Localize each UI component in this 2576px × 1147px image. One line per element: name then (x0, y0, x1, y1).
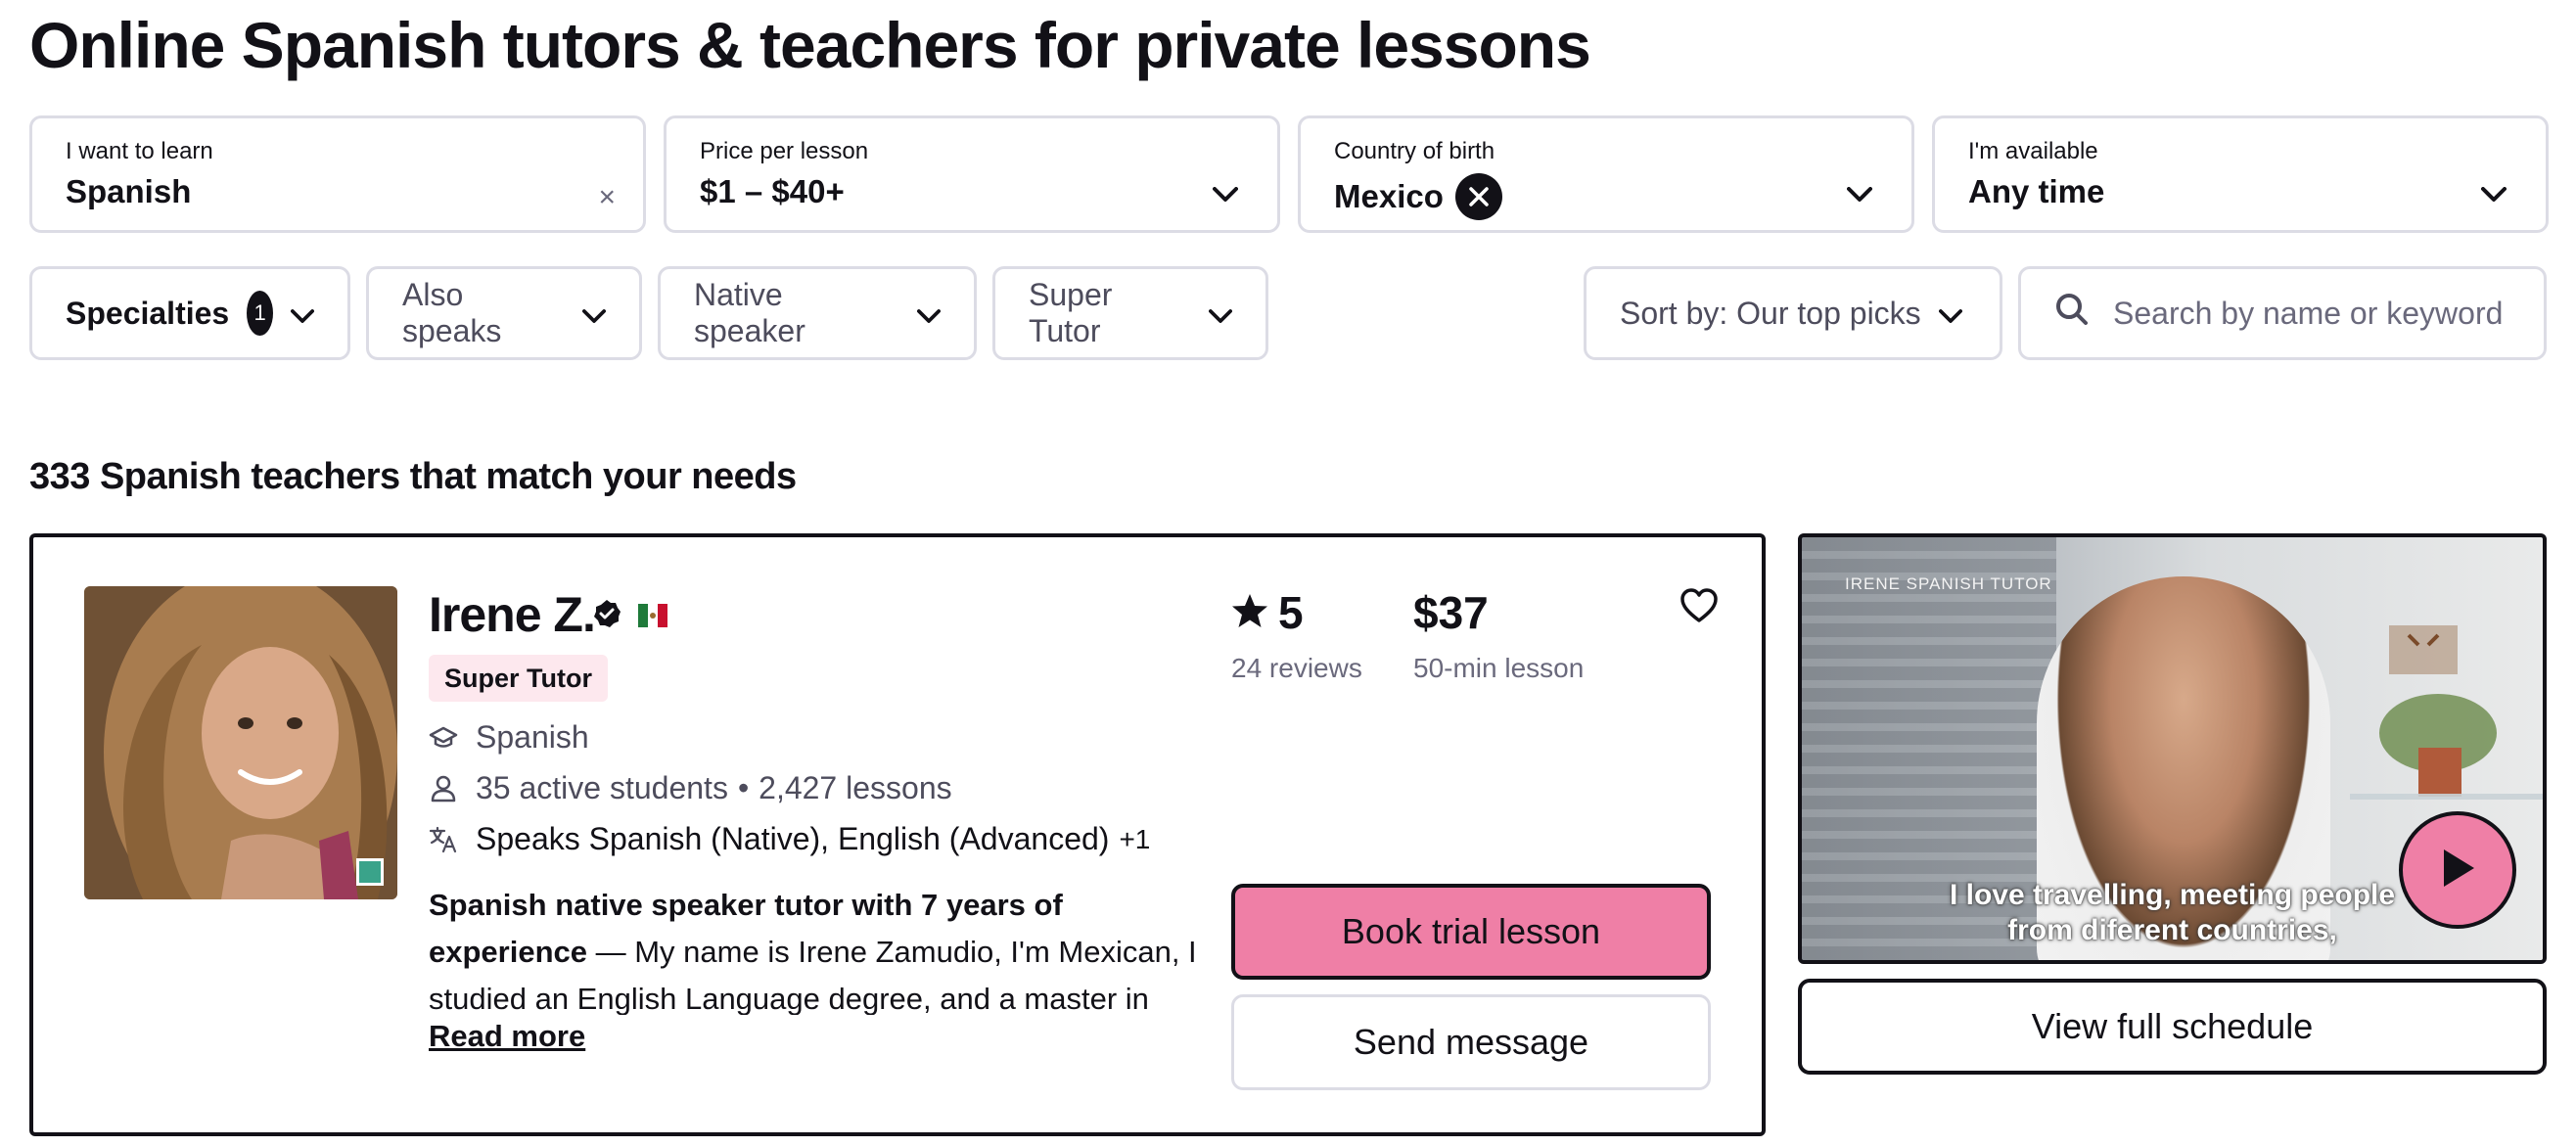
also-speaks-label: Also speaks (402, 277, 502, 348)
reviews-count: 24 reviews (1231, 653, 1362, 683)
price-filter-label: Price per lesson (700, 138, 869, 164)
rating: 5 (1231, 586, 1304, 639)
lesson-price: $37 (1413, 587, 1489, 638)
super-tutor-badge: Super Tutor (429, 655, 608, 702)
country-filter-value-wrap: Mexico (1334, 173, 1502, 220)
sort-label: Sort by: Our top picks (1620, 295, 1921, 331)
price-filter[interactable]: Price per lesson $1 – $40+ (664, 115, 1280, 233)
specialties-label: Specialties (66, 295, 230, 331)
languages-row: Speaks Spanish (Native), English (Advanc… (429, 821, 1150, 857)
send-message-button[interactable]: Send message (1231, 994, 1711, 1090)
star-icon (1231, 586, 1268, 639)
learn-filter-label: I want to learn (66, 138, 213, 164)
page-title: Online Spanish tutors & teachers for pri… (29, 9, 1591, 81)
avatar[interactable] (84, 586, 397, 899)
lesson-length: 50-min lesson (1413, 653, 1585, 683)
tutor-description: Spanish native speaker tutor with 7 year… (429, 882, 1212, 1015)
lessons-count-text: 2,427 lessons (759, 770, 952, 805)
mexico-flag-icon (638, 604, 667, 627)
specialties-dropdown[interactable]: Specialties 1 (29, 266, 350, 360)
play-icon (2438, 847, 2477, 895)
read-more-link[interactable]: Read more (429, 1019, 585, 1054)
chevron-down-icon (1213, 187, 1238, 203)
learn-filter[interactable]: I want to learn Spanish × (29, 115, 646, 233)
learn-filter-value: Spanish (66, 173, 192, 209)
subject-row: Spanish (429, 719, 589, 756)
chevron-down-icon (291, 296, 314, 332)
also-speaks-dropdown[interactable]: Also speaks (366, 266, 642, 360)
more-languages-count[interactable]: +1 (1119, 824, 1150, 855)
native-speaker-label: Native speaker (694, 277, 805, 348)
chevron-down-icon (2481, 187, 2507, 203)
results-count: 333 Spanish teachers that match your nee… (29, 456, 797, 497)
close-icon[interactable] (1454, 173, 1502, 220)
book-trial-button[interactable]: Book trial lesson (1231, 884, 1711, 980)
chevron-down-icon (917, 296, 941, 332)
students-row: 35 active students • 2,427 lessons (429, 770, 952, 806)
country-filter[interactable]: Country of birth Mexico (1298, 115, 1914, 233)
clear-icon[interactable]: × (598, 183, 616, 212)
rating-value: 5 (1278, 587, 1304, 638)
subject-text: Spanish (476, 719, 589, 755)
chevron-down-icon (582, 296, 606, 332)
verified-icon (591, 598, 622, 634)
search-placeholder: Search by name or keyword (2113, 295, 2504, 331)
active-students-text: 35 active students (476, 770, 728, 805)
sort-dropdown[interactable]: Sort by: Our top picks (1584, 266, 2002, 360)
native-speaker-dropdown[interactable]: Native speaker (658, 266, 977, 360)
graduation-cap-icon (429, 725, 458, 751)
play-button[interactable] (2399, 811, 2516, 929)
translate-icon (429, 826, 458, 853)
tutor-name[interactable]: Irene Z. (429, 586, 596, 643)
search-input[interactable]: Search by name or keyword (2018, 266, 2547, 360)
separator-dot: • (737, 770, 750, 805)
country-filter-label: Country of birth (1334, 138, 1495, 164)
country-filter-value: Mexico (1334, 178, 1444, 214)
price-filter-value: $1 – $40+ (700, 173, 845, 209)
tutor-card[interactable]: Irene Z. Super Tutor Spanish 35 active s… (29, 533, 1766, 1136)
chevron-down-icon (1938, 296, 1962, 332)
super-tutor-label: Super Tutor (1029, 277, 1113, 348)
person-icon (429, 775, 458, 803)
video-brand-text: IRENE SPANISH TUTOR (1845, 574, 2052, 593)
intro-video[interactable]: IRENE SPANISH TUTOR I love travelling, m… (1798, 533, 2547, 964)
search-icon (2054, 292, 2090, 335)
chevron-down-icon (1847, 187, 1872, 203)
specialties-count-badge: 1 (247, 291, 273, 336)
languages-text: Speaks Spanish (Native), English (Advanc… (476, 821, 1110, 856)
chevron-down-icon (1209, 296, 1232, 332)
super-tutor-dropdown[interactable]: Super Tutor (992, 266, 1268, 360)
availability-filter[interactable]: I'm available Any time (1932, 115, 2549, 233)
heart-icon[interactable] (1679, 588, 1719, 628)
view-full-schedule-button[interactable]: View full schedule (1798, 979, 2547, 1075)
availability-filter-value: Any time (1968, 173, 2105, 209)
availability-filter-label: I'm available (1968, 138, 2098, 164)
online-status-icon (356, 858, 384, 886)
